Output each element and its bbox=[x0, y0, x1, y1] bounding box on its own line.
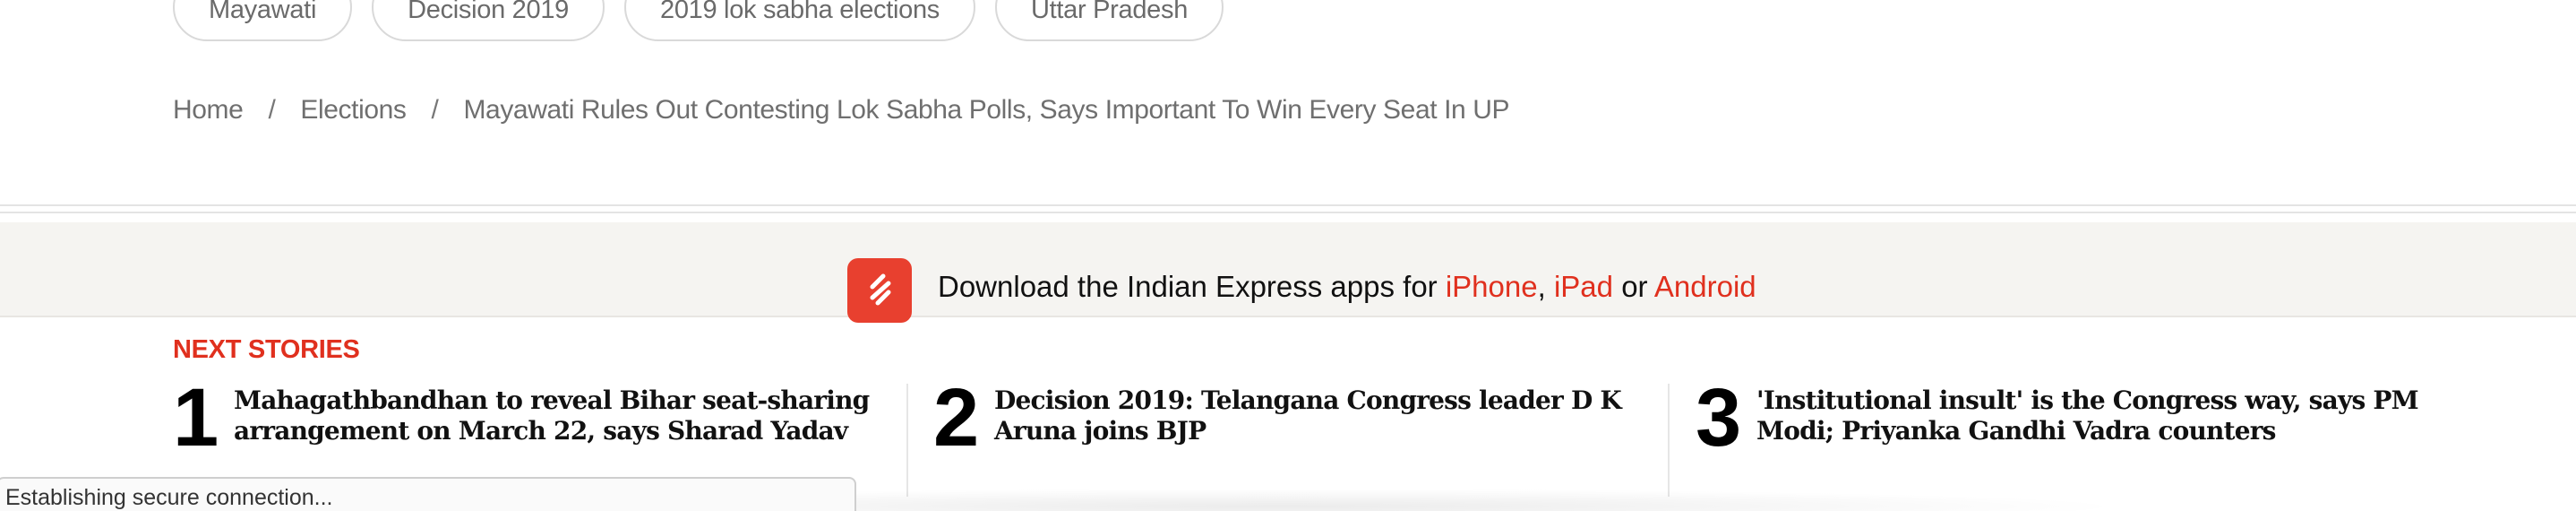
divider bbox=[0, 212, 2576, 213]
story-title-link[interactable]: Mahagathbandhan to reveal Bihar seat-sha… bbox=[234, 385, 897, 446]
column-divider bbox=[1668, 384, 1670, 497]
app-download-band: Download the Indian Express apps for iPh… bbox=[0, 222, 2576, 323]
story-title-link[interactable]: Decision 2019: Telangana Congress leader… bbox=[994, 385, 1702, 446]
column-divider bbox=[906, 384, 908, 497]
or-text: or bbox=[1621, 270, 1648, 303]
story-number: 2 bbox=[933, 372, 979, 463]
iphone-link[interactable]: iPhone bbox=[1446, 270, 1538, 303]
breadcrumb-elections[interactable]: Elections bbox=[300, 95, 407, 126]
breadcrumb: Home / Elections / Mayawati Rules Out Co… bbox=[173, 95, 1510, 126]
breadcrumb-home[interactable]: Home bbox=[173, 95, 244, 126]
tag-decision-2019[interactable]: Decision 2019 bbox=[372, 0, 605, 41]
tag-2019-lok-sabha-elections[interactable]: 2019 lok sabha elections bbox=[623, 0, 976, 41]
story-number: 1 bbox=[173, 372, 219, 463]
android-link[interactable]: Android bbox=[1654, 270, 1756, 303]
tag-uttar-pradesh[interactable]: Uttar Pradesh bbox=[995, 0, 1224, 41]
story-number: 3 bbox=[1696, 372, 1741, 463]
breadcrumb-separator: / bbox=[268, 95, 276, 125]
status-text: Establishing secure connection... bbox=[5, 485, 333, 510]
app-download-text: Download the Indian Express apps for iPh… bbox=[938, 270, 1756, 304]
divider bbox=[0, 204, 2576, 206]
story-title-link[interactable]: 'Institutional insult' is the Congress w… bbox=[1756, 385, 2419, 446]
ipad-link[interactable]: iPad bbox=[1554, 270, 1613, 303]
browser-status-bar: Establishing secure connection... bbox=[0, 477, 856, 511]
breadcrumb-current: Mayawati Rules Out Contesting Lok Sabha … bbox=[463, 95, 1510, 125]
tag-mayawati[interactable]: Mayawati bbox=[173, 0, 353, 41]
app-download-label: Download the Indian Express apps for bbox=[938, 270, 1438, 303]
breadcrumb-separator: / bbox=[431, 95, 439, 125]
indian-express-logo-icon[interactable] bbox=[847, 258, 912, 323]
tag-list: Mayawati Decision 2019 2019 lok sabha el… bbox=[173, 0, 1224, 41]
comma: , bbox=[1537, 270, 1546, 303]
next-stories-heading: NEXT STORIES bbox=[173, 335, 360, 364]
